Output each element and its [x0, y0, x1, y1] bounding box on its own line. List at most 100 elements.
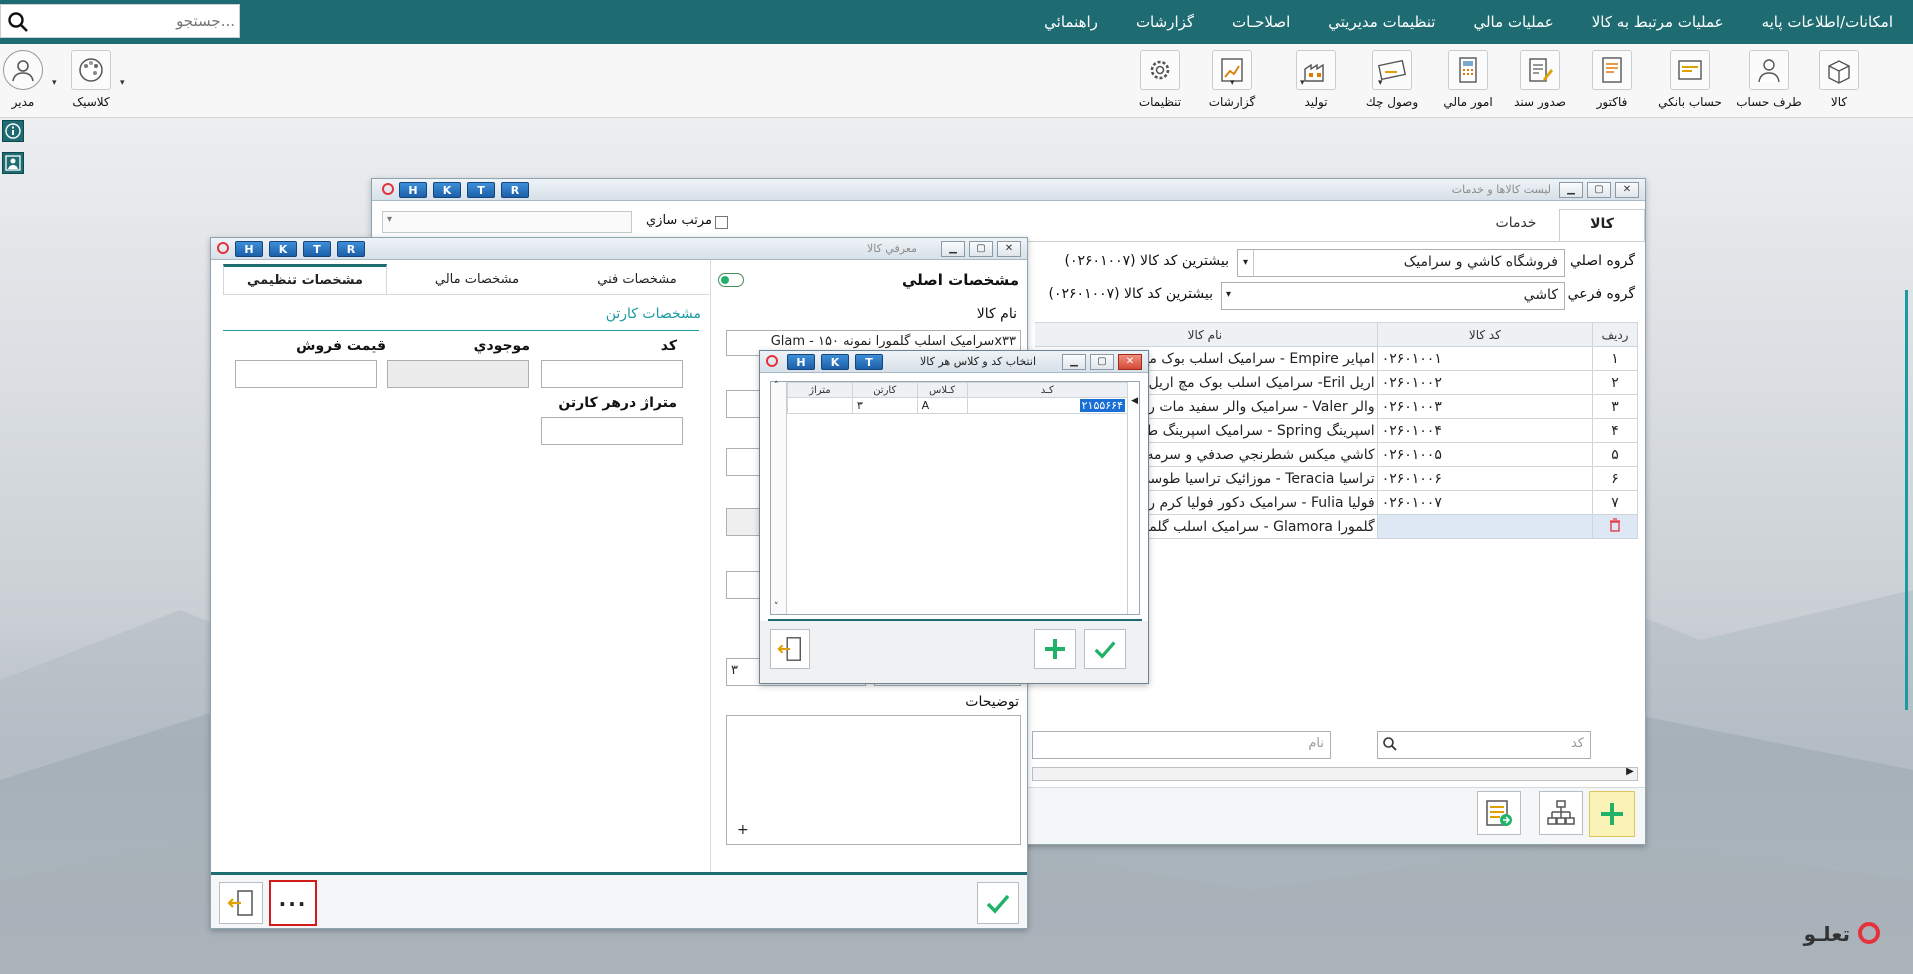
- carton-price-field[interactable]: [235, 360, 377, 388]
- hotkey-r-button[interactable]: R: [501, 182, 529, 198]
- code-cell[interactable]: ۰۲۶۰۱۰۰۲: [1376, 370, 1594, 395]
- hotkey-t-button[interactable]: T: [467, 182, 495, 198]
- add-row-button[interactable]: [1034, 629, 1076, 669]
- page-scrollbar[interactable]: [1905, 290, 1908, 710]
- search-icon[interactable]: [7, 11, 29, 37]
- chevron-down-icon[interactable]: ▾: [1378, 78, 1383, 88]
- tree-view-button[interactable]: [1539, 791, 1583, 835]
- chevron-down-icon[interactable]: ▾: [52, 78, 57, 88]
- horizontal-scrollbar[interactable]: ▶: [1032, 766, 1638, 781]
- export-list-button[interactable]: [1477, 791, 1521, 835]
- sort-dropdown[interactable]: ▾: [382, 211, 632, 233]
- menu-item[interactable]: امکانات/اطلاعات پايه: [1762, 13, 1893, 31]
- exit-button[interactable]: [219, 882, 263, 924]
- add-item-button[interactable]: [1589, 791, 1635, 837]
- toolbar-button-classic[interactable]: کلاسيک: [56, 48, 126, 112]
- chevron-down-icon[interactable]: ▾: [1226, 289, 1231, 300]
- tab-financial-specs[interactable]: مشخصات مالي: [407, 266, 547, 294]
- carton-cell[interactable]: ۳: [851, 397, 918, 414]
- close-icon[interactable]: ✕: [1615, 182, 1639, 198]
- menu-item[interactable]: عمليات مالي: [1473, 13, 1553, 31]
- tab-technical-specs[interactable]: مشخصات فني: [567, 266, 707, 294]
- confirm-button[interactable]: [977, 882, 1019, 924]
- table-row[interactable]: ۲۱۵۵۶۶۴ A ۳: [787, 397, 1129, 414]
- code-cell[interactable]: ۲۱۵۵۶۶۴: [1079, 399, 1125, 412]
- sort-checkbox[interactable]: [715, 216, 728, 229]
- contact-card-icon[interactable]: [2, 152, 24, 174]
- minimize-icon[interactable]: ▁: [941, 241, 965, 257]
- menu-item[interactable]: گزارشات: [1136, 13, 1194, 31]
- column-header-name[interactable]: نام کالا: [1032, 322, 1378, 347]
- toolbar-button[interactable]: امور مالي: [1433, 48, 1503, 112]
- hotkey-h-button[interactable]: H: [399, 182, 427, 198]
- chevron-down-icon[interactable]: ▾: [1230, 78, 1235, 88]
- code-cell[interactable]: ۰۲۶۰۱۰۰۷: [1376, 490, 1594, 515]
- main-specs-toggle[interactable]: [718, 273, 744, 287]
- menu-item[interactable]: اصلاحـات: [1232, 13, 1290, 31]
- hotkey-t-button[interactable]: T: [303, 241, 331, 257]
- code-search-field[interactable]: کد: [1377, 731, 1591, 759]
- code-cell[interactable]: ۰۲۶۰۱۰۰۱: [1376, 346, 1594, 371]
- main-group-select[interactable]: فروشگاه کاشي و سراميک ▾: [1237, 249, 1565, 277]
- hotkey-t-button[interactable]: T: [855, 354, 883, 370]
- tab-goods[interactable]: کالا: [1559, 209, 1645, 241]
- toolbar-button[interactable]: توليد: [1281, 48, 1351, 112]
- minimize-icon[interactable]: ▁: [1559, 182, 1583, 198]
- toolbar-button-admin[interactable]: مدير: [0, 48, 58, 112]
- maximize-icon[interactable]: ▢: [1587, 182, 1611, 198]
- toolbar-button[interactable]: فاکتور: [1577, 48, 1647, 112]
- confirm-button[interactable]: [1084, 629, 1126, 669]
- info-icon[interactable]: [2, 120, 24, 142]
- chevron-down-icon[interactable]: ˅: [774, 602, 779, 612]
- hotkey-r-button[interactable]: R: [337, 241, 365, 257]
- toolbar-button[interactable]: وصول چك: [1357, 48, 1427, 112]
- more-options-button[interactable]: ...: [269, 880, 317, 926]
- delete-row-icon[interactable]: [1592, 514, 1638, 539]
- menu-item[interactable]: راهنمائي: [1044, 13, 1098, 31]
- code-cell[interactable]: ۰۲۶۰۱۰۰۶: [1376, 466, 1594, 491]
- maximize-icon[interactable]: ▢: [969, 241, 993, 257]
- vertical-scrollbar[interactable]: ˄ ˅: [771, 381, 787, 614]
- chevron-down-icon[interactable]: ▾: [120, 78, 125, 88]
- menu-item[interactable]: عمليات مرتبط به کالا: [1592, 13, 1724, 31]
- exit-button[interactable]: [770, 629, 810, 669]
- menu-item[interactable]: تنظيمات مديريتي: [1328, 13, 1435, 31]
- chevron-down-icon[interactable]: ▾: [1300, 78, 1305, 88]
- app-logo-icon: [382, 183, 394, 195]
- column-header-row[interactable]: رديف: [1592, 322, 1638, 347]
- toolbar-button[interactable]: کالا: [1804, 48, 1874, 112]
- carton-code-field[interactable]: [541, 360, 683, 388]
- hotkey-h-button[interactable]: H: [787, 354, 815, 370]
- class-cell[interactable]: A: [916, 397, 968, 414]
- tab-services[interactable]: خدمات: [1473, 209, 1559, 241]
- chevron-down-icon[interactable]: ▾: [1238, 250, 1254, 276]
- code-cell[interactable]: ۰۲۶۰۱۰۰۴: [1376, 418, 1594, 443]
- maximize-icon[interactable]: ▢: [1090, 354, 1114, 370]
- hotkey-k-button[interactable]: K: [821, 354, 849, 370]
- plus-icon[interactable]: +: [737, 822, 749, 838]
- hotkey-k-button[interactable]: K: [433, 182, 461, 198]
- minimize-icon[interactable]: ▁: [1062, 354, 1086, 370]
- tab-setting-specs[interactable]: مشخصات تنظيمي: [223, 264, 387, 294]
- sub-group-select[interactable]: کاشي ▾: [1221, 282, 1565, 310]
- name-search-field[interactable]: نام: [1032, 731, 1331, 759]
- column-header-code[interactable]: کد کالا: [1376, 322, 1594, 347]
- code-cell[interactable]: [1376, 514, 1594, 539]
- description-textarea[interactable]: +: [726, 715, 1021, 845]
- code-cell[interactable]: ۰۲۶۰۱۰۰۳: [1376, 394, 1594, 419]
- toolbar-button[interactable]: حساب بانکي: [1655, 48, 1725, 112]
- meter-cell[interactable]: [787, 397, 853, 414]
- close-icon[interactable]: ✕: [1118, 354, 1142, 370]
- meter-per-carton-field[interactable]: [541, 417, 683, 445]
- chevron-up-icon[interactable]: ˄: [774, 381, 779, 391]
- close-icon[interactable]: ✕: [997, 241, 1021, 257]
- hotkey-k-button[interactable]: K: [269, 241, 297, 257]
- hotkey-h-button[interactable]: H: [235, 241, 263, 257]
- code-cell[interactable]: ۰۲۶۰۱۰۰۵: [1376, 442, 1594, 467]
- toolbar-button[interactable]: صدور سند: [1505, 48, 1575, 112]
- search-input[interactable]: [35, 8, 235, 34]
- toolbar-button[interactable]: طرف حساب: [1734, 48, 1804, 112]
- search-box[interactable]: [0, 4, 240, 38]
- chevron-right-icon[interactable]: ▶: [1623, 766, 1637, 777]
- toolbar-button[interactable]: تنظيمات: [1125, 48, 1195, 112]
